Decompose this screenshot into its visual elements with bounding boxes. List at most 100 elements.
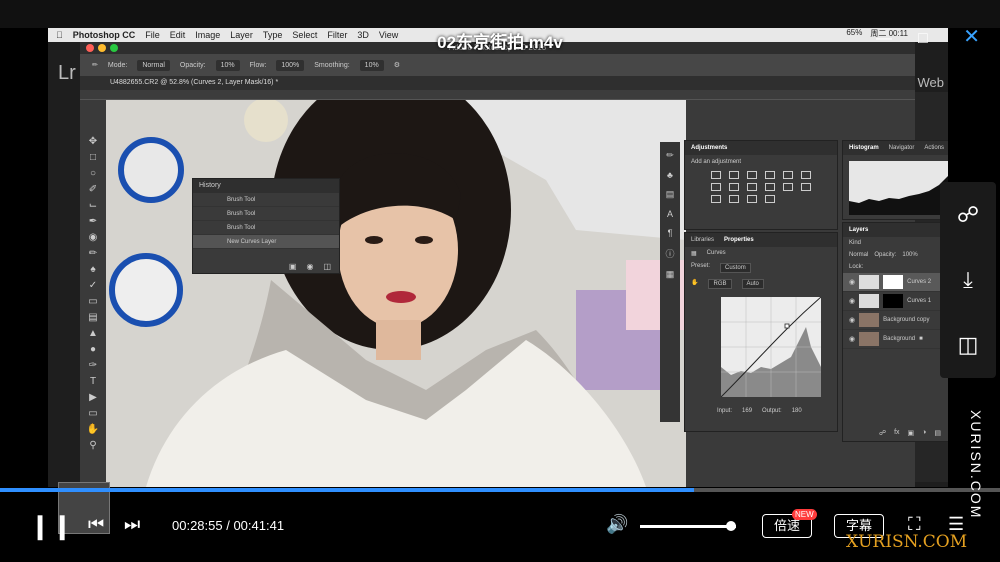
swatches-icon[interactable]: ▦ [666, 269, 675, 280]
eyedropper-icon[interactable]: ✒ [89, 216, 97, 227]
pen-icon[interactable]: ✑ [89, 360, 97, 371]
brush-tool-icon[interactable]: ✏ [89, 248, 97, 259]
preset-select[interactable]: Custom [720, 263, 751, 273]
tab-navigator[interactable]: Navigator [889, 141, 915, 155]
bw-icon[interactable] [729, 183, 739, 191]
close-icon[interactable]: ✕ [963, 24, 980, 49]
brush-icon[interactable]: ✏ [92, 61, 98, 69]
channel-select[interactable]: RGB [708, 279, 732, 289]
shape-tool-icon[interactable]: ▭ [88, 408, 97, 419]
marquee-tool-icon[interactable]: □ [90, 152, 96, 163]
type-tool-icon[interactable]: T [90, 376, 96, 387]
flow-input[interactable]: 100% [276, 59, 305, 71]
layer-row[interactable]: ◉ Curves 1 [843, 292, 948, 311]
clone-source-icon[interactable]: ♣ [667, 170, 673, 180]
curves-graph[interactable] [720, 296, 822, 398]
history-item[interactable]: Brush Tool [193, 207, 339, 221]
tab-actions[interactable]: Actions [924, 141, 944, 155]
tab-histogram[interactable]: Histogram [849, 141, 879, 155]
channel-mixer-icon[interactable] [765, 183, 775, 191]
input-value[interactable]: 169 [742, 408, 752, 414]
info-icon[interactable]: ⓘ [665, 247, 674, 260]
hand-tool-icon[interactable]: ✋ [87, 424, 99, 435]
brush-settings-icon[interactable]: ✏ [666, 150, 674, 161]
mask-icon[interactable]: ▣ [908, 429, 915, 437]
history-item[interactable]: Brush Tool [193, 221, 339, 235]
mode-select[interactable]: Normal [137, 59, 170, 71]
download-icon[interactable]: ⤓ [963, 267, 973, 293]
pause-button[interactable]: ❙❙ [30, 512, 74, 541]
dodge-icon[interactable]: ● [90, 344, 96, 355]
layer-row[interactable]: ◉ Curves 2 [843, 273, 948, 292]
path-select-icon[interactable]: ▶ [89, 392, 97, 403]
eye-icon[interactable]: ◉ [849, 335, 855, 343]
crop-tool-icon[interactable]: ⌙ [89, 200, 97, 211]
share-icon[interactable]: ☍ [957, 202, 979, 228]
levels-icon[interactable] [729, 171, 739, 179]
color-balance-icon[interactable] [711, 183, 721, 191]
stamp-tool-icon[interactable]: ♠ [90, 264, 95, 275]
smoothing-input[interactable]: 10% [359, 59, 384, 71]
tab-libraries[interactable]: Libraries [691, 233, 714, 247]
quick-select-icon[interactable]: ✐ [89, 184, 97, 195]
selective-color-icon[interactable] [765, 195, 775, 203]
volume-icon[interactable]: 🔊 [606, 514, 628, 535]
posterize-icon[interactable] [711, 195, 721, 203]
threshold-icon[interactable] [729, 195, 739, 203]
layer-mask-thumbnail[interactable] [883, 275, 904, 289]
gear-icon[interactable]: ⚙ [394, 61, 400, 69]
next-button[interactable]: ⏭ [124, 514, 140, 535]
previous-button[interactable]: ⏮ [88, 514, 104, 535]
document-tab[interactable]: U4882655.CR2 @ 52.8% (Curves 2, Layer Ma… [80, 76, 915, 90]
layer-filter-select[interactable]: Kind [849, 240, 861, 246]
eye-icon[interactable]: ◉ [849, 316, 855, 324]
history-item-selected[interactable]: New Curves Layer [193, 235, 339, 249]
gradient-icon[interactable]: ▤ [88, 312, 97, 323]
tab-properties[interactable]: Properties [724, 233, 754, 247]
exposure-icon[interactable] [765, 171, 775, 179]
photo-canvas[interactable] [106, 100, 686, 487]
curves-icon[interactable] [747, 171, 757, 179]
layer-opacity-value[interactable]: 100% [902, 252, 917, 258]
type-panel-icon[interactable]: A [667, 209, 673, 219]
target-adjust-icon[interactable]: ✋ [691, 279, 698, 289]
output-value[interactable]: 180 [792, 408, 802, 414]
new-document-icon[interactable]: ▣ [289, 262, 297, 271]
camera-icon[interactable]: ◉ [306, 262, 313, 271]
invert-icon[interactable] [801, 183, 811, 191]
link-icon[interactable]: ☍ [879, 429, 886, 437]
maximize-icon[interactable]: □ [918, 30, 928, 48]
layer-row[interactable]: ◉ Background ■ [843, 330, 948, 349]
fx-icon[interactable]: fx [894, 429, 899, 437]
volume-slider[interactable] [640, 525, 736, 528]
opacity-input[interactable]: 10% [215, 59, 240, 71]
delete-icon[interactable]: ◫ [958, 332, 979, 358]
vibrance-icon[interactable] [783, 171, 793, 179]
lasso-tool-icon[interactable]: ○ [90, 168, 96, 179]
blend-mode-select[interactable]: Normal [849, 252, 868, 258]
zoom-tool-icon[interactable]: ⚲ [89, 440, 96, 451]
healing-icon[interactable]: ◉ [89, 232, 98, 243]
history-brush-icon[interactable]: ✓ [89, 280, 97, 291]
eye-icon[interactable]: ◉ [849, 278, 855, 286]
paragraph-icon[interactable]: ¶ [668, 228, 673, 238]
adjustment-layer-icon[interactable]: ◑ [922, 429, 926, 437]
move-tool-icon[interactable]: ✥ [89, 136, 97, 147]
layer-mask-thumbnail[interactable] [883, 294, 904, 308]
gradient-map-icon[interactable] [747, 195, 757, 203]
blur-icon[interactable]: ▲ [88, 328, 98, 339]
eraser-icon[interactable]: ▭ [88, 296, 97, 307]
hue-icon[interactable] [801, 171, 811, 179]
brightness-icon[interactable] [711, 171, 721, 179]
layer-row[interactable]: ◉ Background copy [843, 311, 948, 330]
eye-icon[interactable]: ◉ [849, 297, 855, 305]
minimize-icon[interactable]: — [876, 30, 892, 48]
trash-icon[interactable]: ◫ [323, 262, 331, 271]
photo-filter-icon[interactable] [747, 183, 757, 191]
auto-button[interactable]: Auto [741, 279, 764, 289]
history-item[interactable]: Brush Tool [193, 193, 339, 207]
lookup-icon[interactable] [783, 183, 793, 191]
folder-icon[interactable]: ▤ [934, 429, 941, 437]
tab-adjustments[interactable]: Adjustments [691, 141, 727, 155]
layer-comps-icon[interactable]: ▤ [666, 189, 675, 200]
